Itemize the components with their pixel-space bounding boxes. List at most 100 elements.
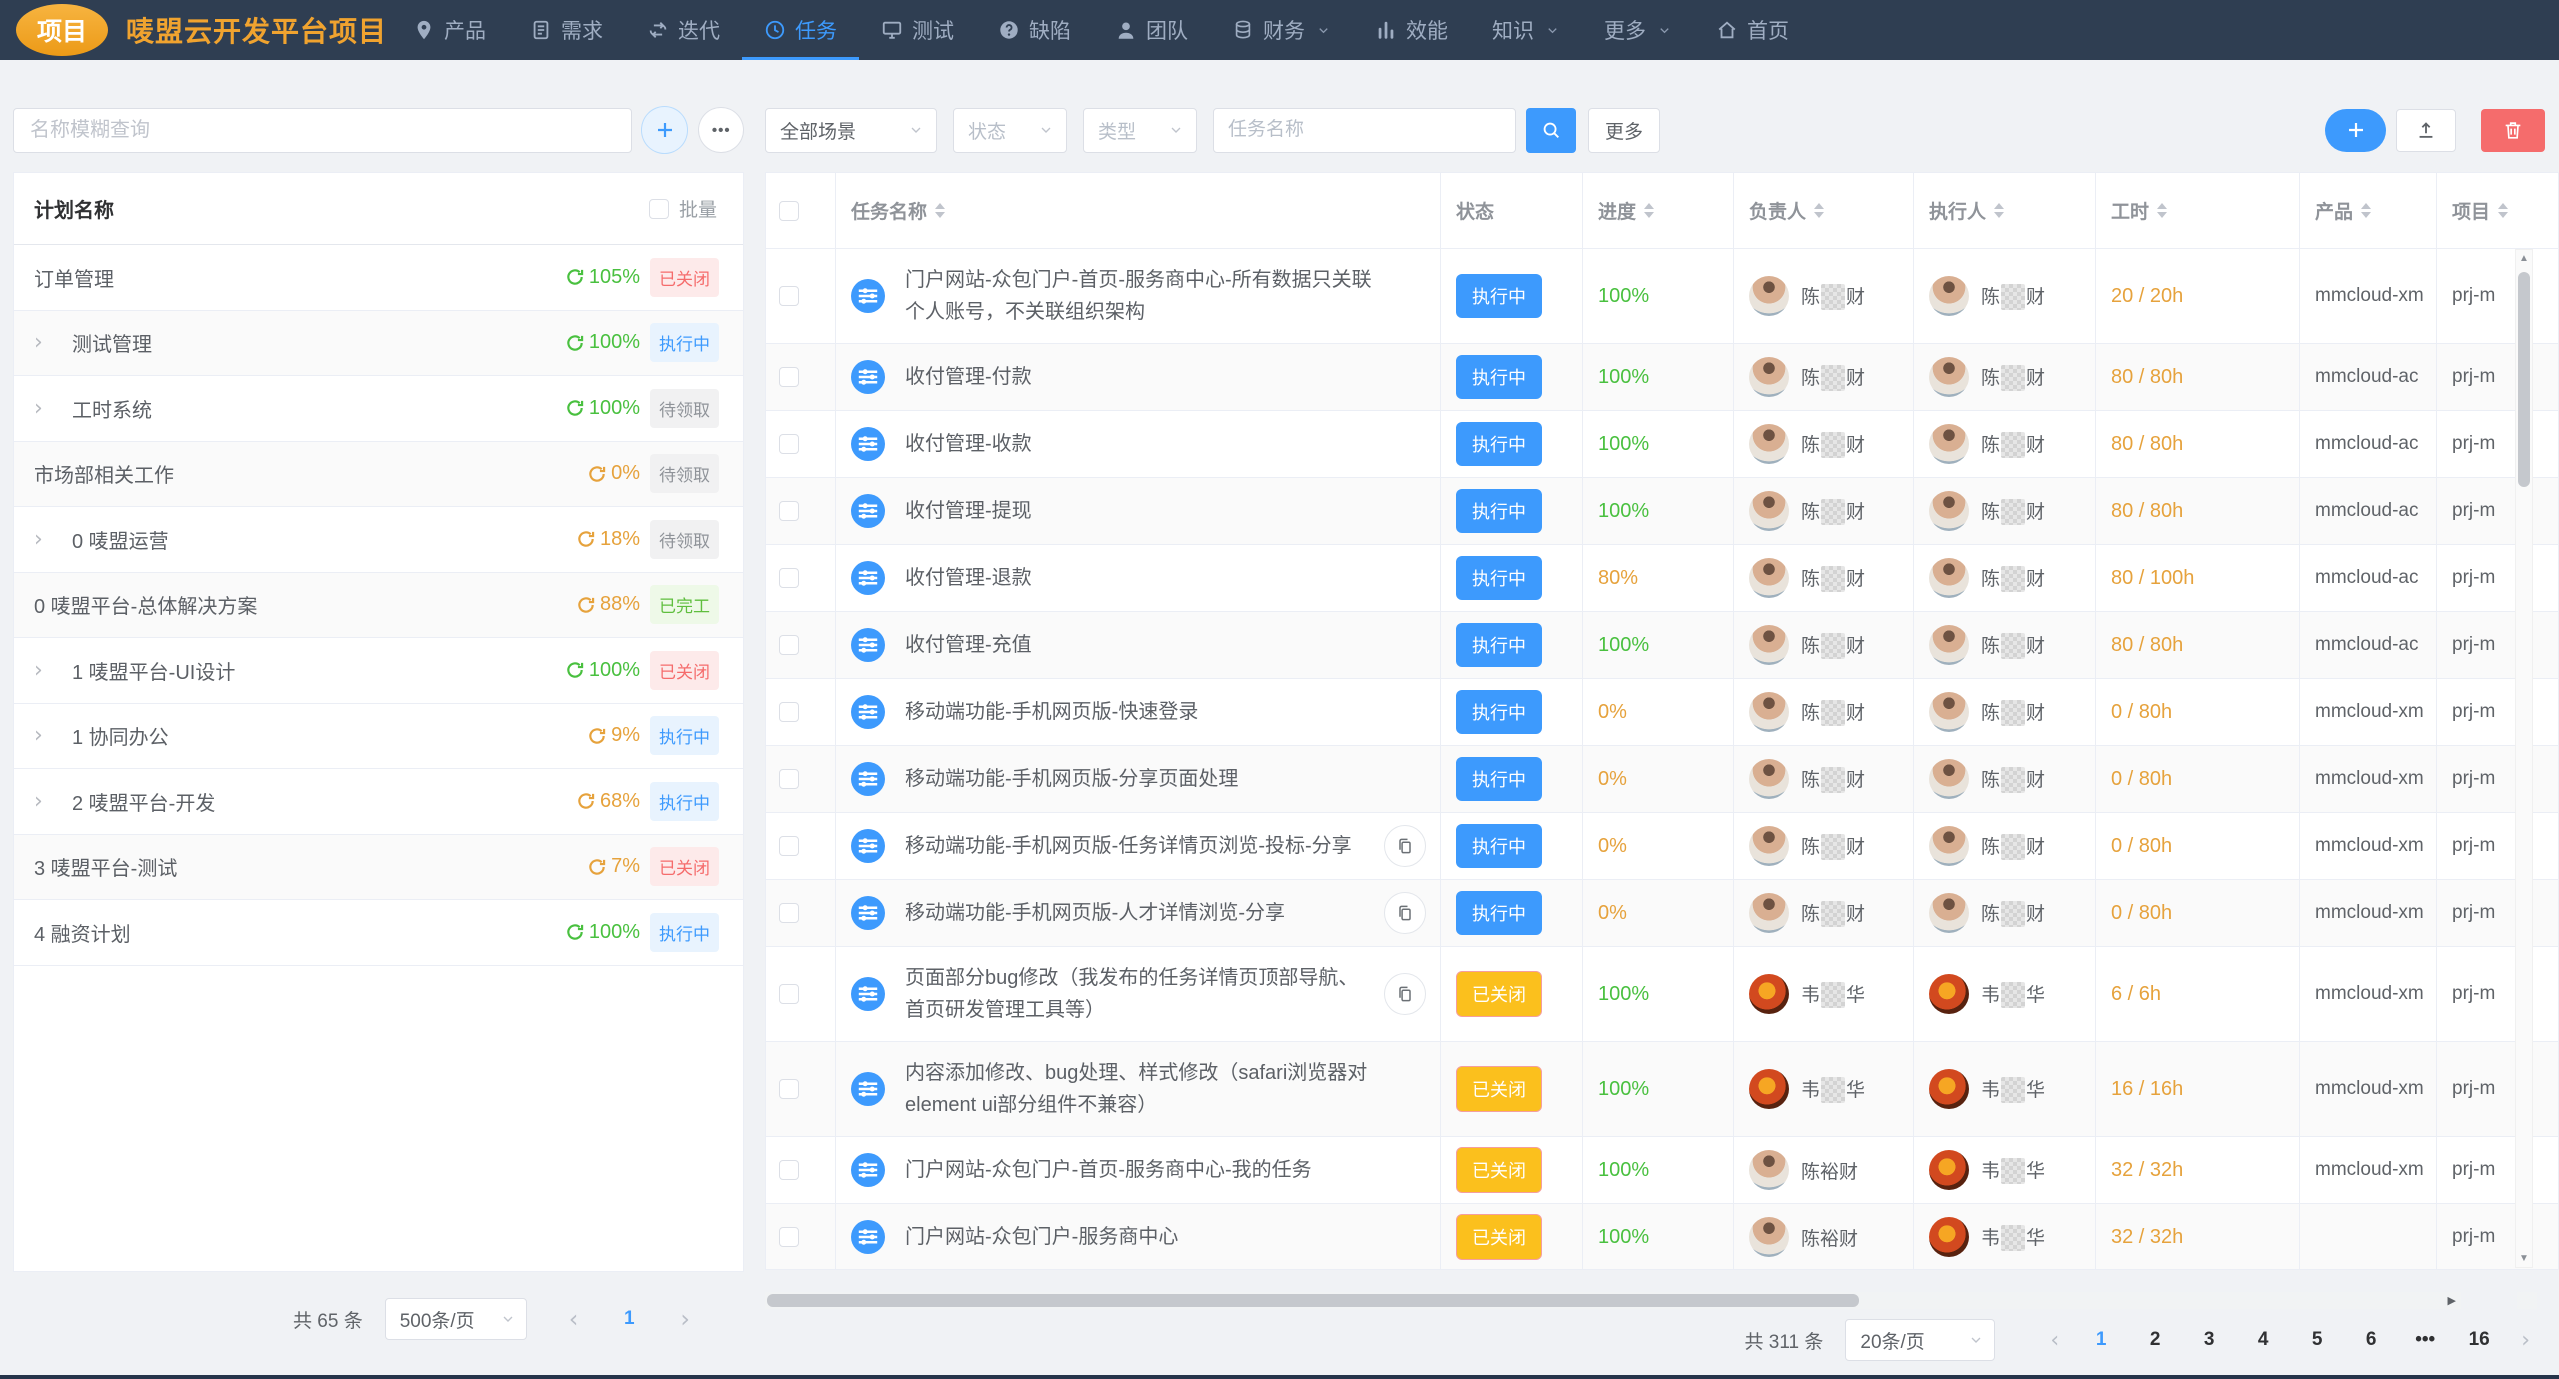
sort-carets-icon[interactable] (2157, 203, 2167, 218)
nav-item[interactable]: 迭代 (625, 0, 742, 60)
plan-search-input[interactable] (13, 108, 632, 153)
row-checkbox[interactable] (779, 1079, 799, 1099)
scene-select[interactable]: 全部场景 (765, 108, 937, 153)
column-header[interactable]: 进度 (1583, 173, 1734, 248)
nav-item[interactable]: 产品 (391, 0, 508, 60)
add-task-button[interactable] (2325, 109, 2386, 152)
task-name-cell[interactable]: 门户网站-众包门户-首页-服务商中心-所有数据只关联个人账号，不关联组织架构 (836, 249, 1441, 343)
column-header[interactable]: 负责人 (1734, 173, 1914, 248)
task-name-cell[interactable]: 收付管理-退款 (836, 545, 1441, 611)
task-name-cell[interactable]: 内容添加修改、bug处理、样式修改（safari浏览器对element ui部分… (836, 1042, 1441, 1136)
row-checkbox[interactable] (779, 836, 799, 856)
plan-row[interactable]: › 2 唛盟平台-开发 68% 执行中 (14, 769, 743, 835)
task-page-size-select[interactable]: 20条/页 (1845, 1319, 1995, 1361)
expand-chevron-icon[interactable]: › (34, 396, 56, 421)
task-name-cell[interactable]: 收付管理-付款 (836, 344, 1441, 410)
page-number[interactable]: 6 (2358, 1329, 2384, 1351)
sort-carets-icon[interactable] (1814, 203, 1824, 218)
scroll-right-arrow-icon[interactable]: ▶ (2448, 1294, 2456, 1307)
nav-item[interactable]: 缺陷 (976, 0, 1093, 60)
plan-row[interactable]: › 4 融资计划 100% 执行中 (14, 900, 743, 966)
plan-next-page-button[interactable]: › (680, 1305, 690, 1333)
nav-item[interactable]: 团队 (1093, 0, 1210, 60)
plan-page-number[interactable]: 1 (616, 1308, 642, 1330)
row-checkbox[interactable] (779, 903, 799, 923)
row-checkbox[interactable] (779, 568, 799, 588)
task-name-cell[interactable]: 门户网站-众包门户-首页-服务商中心-我的任务 (836, 1137, 1441, 1203)
select-all-checkbox[interactable] (779, 201, 799, 221)
plan-row[interactable]: › 1 协同办公 9% 执行中 (14, 704, 743, 770)
row-checkbox[interactable] (779, 501, 799, 521)
row-checkbox[interactable] (779, 367, 799, 387)
delete-button[interactable] (2481, 109, 2545, 152)
scroll-down-arrow-icon[interactable]: ▼ (2516, 1253, 2532, 1264)
expand-chevron-icon[interactable]: › (34, 330, 56, 355)
row-checkbox[interactable] (779, 769, 799, 789)
row-checkbox[interactable] (779, 702, 799, 722)
task-name-cell[interactable]: 收付管理-充值 (836, 612, 1441, 678)
task-name-input[interactable] (1213, 108, 1516, 153)
page-number[interactable]: 3 (2196, 1329, 2222, 1351)
plan-page-size-select[interactable]: 500条/页 (385, 1298, 527, 1340)
row-checkbox[interactable] (779, 984, 799, 1004)
plan-row[interactable]: › 1 唛盟平台-UI设计 100% 已关闭 (14, 638, 743, 704)
row-checkbox[interactable] (779, 635, 799, 655)
plan-more-button[interactable]: ••• (698, 107, 744, 153)
column-header[interactable]: 产品 (2300, 173, 2437, 248)
plan-row[interactable]: › 订单管理 105% 已关闭 (14, 245, 743, 311)
status-select[interactable]: 状态 (953, 108, 1067, 153)
scroll-up-arrow-icon[interactable]: ▲ (2516, 253, 2532, 264)
column-header[interactable]: 任务名称 (836, 173, 1441, 248)
task-name-cell[interactable]: 移动端功能-手机网页版-分享页面处理 (836, 746, 1441, 812)
copy-task-button[interactable] (1384, 892, 1426, 934)
row-checkbox[interactable] (779, 1160, 799, 1180)
add-plan-button[interactable] (641, 106, 689, 154)
plan-row[interactable]: › 市场部相关工作 0% 待领取 (14, 442, 743, 508)
column-header[interactable]: 状态 (1441, 173, 1583, 248)
nav-item[interactable]: 测试 (859, 0, 976, 60)
copy-task-button[interactable] (1384, 973, 1426, 1015)
search-button[interactable] (1526, 108, 1576, 153)
sort-carets-icon[interactable] (1994, 203, 2004, 218)
plan-row[interactable]: › 测试管理 100% 执行中 (14, 311, 743, 377)
sort-carets-icon[interactable] (935, 203, 945, 218)
task-next-page-button[interactable]: › (2521, 1328, 2530, 1353)
task-name-cell[interactable]: 移动端功能-手机网页版-任务详情页浏览-投标-分享 (836, 813, 1441, 879)
copy-task-button[interactable] (1384, 825, 1426, 867)
page-number[interactable]: 5 (2304, 1329, 2330, 1351)
page-number[interactable]: ••• (2412, 1329, 2438, 1351)
type-select[interactable]: 类型 (1083, 108, 1197, 153)
plan-row[interactable]: › 3 唛盟平台-测试 7% 已关闭 (14, 835, 743, 901)
expand-chevron-icon[interactable]: › (34, 527, 56, 552)
batch-checkbox[interactable] (649, 199, 669, 219)
page-number[interactable]: 4 (2250, 1329, 2276, 1351)
page-number[interactable]: 16 (2466, 1329, 2492, 1351)
horizontal-scrollbar-thumb[interactable] (767, 1294, 1859, 1307)
task-name-cell[interactable]: 收付管理-收款 (836, 411, 1441, 477)
nav-item[interactable]: 任务 (742, 0, 859, 60)
expand-chevron-icon[interactable]: › (34, 789, 56, 814)
sort-carets-icon[interactable] (1644, 203, 1654, 218)
task-name-cell[interactable]: 页面部分bug修改（我发布的任务详情页顶部导航、首页研发管理工具等） (836, 947, 1441, 1041)
nav-item[interactable]: 财务 (1210, 0, 1353, 60)
nav-item[interactable]: 需求 (508, 0, 625, 60)
row-checkbox[interactable] (779, 286, 799, 306)
horizontal-scrollbar[interactable]: ▶ (765, 1292, 2461, 1309)
plan-row[interactable]: › 工时系统 100% 待领取 (14, 376, 743, 442)
page-number[interactable]: 1 (2088, 1329, 2114, 1351)
task-name-cell[interactable]: 移动端功能-手机网页版-人才详情浏览-分享 (836, 880, 1441, 946)
expand-chevron-icon[interactable]: › (34, 658, 56, 683)
export-button[interactable] (2396, 109, 2456, 152)
row-checkbox[interactable] (779, 1227, 799, 1247)
sort-carets-icon[interactable] (2361, 203, 2371, 218)
task-prev-page-button[interactable]: ‹ (2050, 1328, 2059, 1353)
expand-chevron-icon[interactable]: › (34, 723, 56, 748)
nav-item[interactable]: 知识 (1470, 0, 1582, 60)
vertical-scrollbar-thumb[interactable] (2518, 272, 2530, 487)
column-header[interactable]: 执行人 (1914, 173, 2096, 248)
sort-carets-icon[interactable] (2498, 203, 2508, 218)
nav-item[interactable]: 更多 (1582, 0, 1694, 60)
row-checkbox[interactable] (779, 434, 799, 454)
column-header[interactable]: 工时 (2096, 173, 2300, 248)
task-name-cell[interactable]: 收付管理-提现 (836, 478, 1441, 544)
